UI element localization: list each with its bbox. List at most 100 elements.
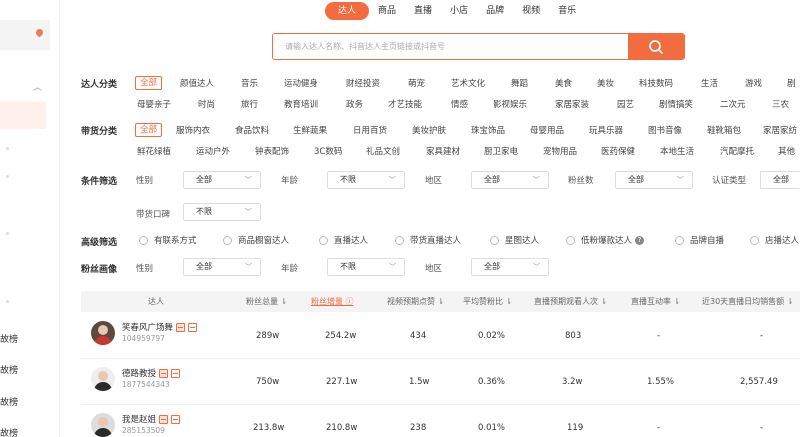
col-live-viewers[interactable]: 直播预期观看人次 ⇂ bbox=[534, 291, 607, 312]
sidebar-item-rank[interactable]: 故榜 bbox=[0, 395, 18, 408]
sidebar-item-rank[interactable]: 故榜 bbox=[0, 332, 18, 345]
table-row[interactable]: 德路教授 1877544343 750w 227.1w 1.5w 0.36% 3… bbox=[81, 359, 800, 405]
chip-goods[interactable]: 3C数码 bbox=[314, 145, 342, 157]
radio-store-live[interactable]: 店播达人 bbox=[750, 234, 799, 246]
radio-window-talent[interactable]: 商品橱窗达人 bbox=[223, 234, 289, 246]
tab-video[interactable]: 视频 bbox=[513, 2, 549, 20]
verify-type-select[interactable]: 全部 bbox=[760, 171, 800, 189]
sidebar-active-item[interactable] bbox=[0, 102, 46, 129]
tab-live[interactable]: 直播 bbox=[405, 2, 441, 20]
avatar[interactable] bbox=[91, 321, 115, 345]
radio-sales-live-talent[interactable]: 带货直播达人 bbox=[395, 234, 461, 246]
chip-goods[interactable]: 其他 bbox=[778, 145, 795, 157]
age-select[interactable]: 不限 ﹀ bbox=[327, 171, 405, 189]
radio-brand-self-live[interactable]: 品牌自播 bbox=[675, 234, 724, 246]
col-live-sales-30d[interactable]: 近30天直播日均销售额 ⇂ bbox=[702, 291, 793, 312]
sidebar-location-box[interactable] bbox=[0, 20, 50, 50]
chip-talent[interactable]: 旅行 bbox=[241, 98, 258, 110]
col-live-interaction[interactable]: 直播互动率 ⇂ bbox=[631, 291, 680, 312]
sidebar-item-rank[interactable]: 故榜 bbox=[0, 426, 18, 437]
tab-shop[interactable]: 小店 bbox=[441, 2, 477, 20]
chip-goods[interactable]: 鞋靴箱包 bbox=[707, 124, 741, 136]
talent-name[interactable]: 我是赵姐 bbox=[122, 413, 181, 425]
avatar[interactable] bbox=[91, 413, 115, 437]
search-button[interactable] bbox=[628, 34, 684, 59]
search-input[interactable] bbox=[273, 34, 628, 59]
fan-region-select[interactable]: 全部 ﹀ bbox=[471, 258, 549, 276]
chip-goods[interactable]: 母婴用品 bbox=[530, 124, 564, 136]
chip-goods[interactable]: 日用百货 bbox=[353, 124, 387, 136]
chip-talent[interactable]: 园艺 bbox=[617, 98, 634, 110]
radio-live-talent[interactable]: 直播达人 bbox=[319, 234, 368, 246]
chip-talent[interactable]: 才艺技能 bbox=[388, 98, 422, 110]
fan-age-select[interactable]: 不限 ﹀ bbox=[327, 258, 405, 276]
chip-goods[interactable]: 美妆护肤 bbox=[412, 124, 446, 136]
chip-talent[interactable]: 艺术文化 bbox=[451, 77, 485, 89]
chip-talent[interactable]: 财经投资 bbox=[346, 77, 380, 89]
chip-talent[interactable]: 时尚 bbox=[198, 98, 215, 110]
gender-select[interactable]: 全部 ﹀ bbox=[183, 171, 261, 189]
chevron-up-icon[interactable]: ︿ bbox=[33, 80, 42, 93]
reputation-select[interactable]: 不限 ﹀ bbox=[183, 203, 261, 221]
chip-talent[interactable]: 美食 bbox=[555, 77, 572, 89]
chip-goods[interactable]: 宠物用品 bbox=[543, 145, 577, 157]
talent-name[interactable]: 笑春风广场舞 bbox=[122, 321, 198, 333]
chip-goods[interactable]: 图书音像 bbox=[648, 124, 682, 136]
col-fans-growth[interactable]: 粉丝增量 ⓘ bbox=[311, 291, 354, 312]
chip-talent[interactable]: 政务 bbox=[346, 98, 363, 110]
tab-music[interactable]: 音乐 bbox=[549, 2, 585, 20]
chip-talent[interactable]: 萌宠 bbox=[408, 77, 425, 89]
table-row[interactable]: 我是赵姐 285153509 213.8w 210.8w 238 0.01% 1… bbox=[81, 405, 800, 437]
chip-talent[interactable]: 家居家装 bbox=[555, 98, 589, 110]
chip-goods[interactable]: 家具建材 bbox=[426, 145, 460, 157]
chip-goods[interactable]: 玩具乐器 bbox=[589, 124, 623, 136]
chip-goods[interactable]: 生鲜蔬果 bbox=[293, 124, 327, 136]
avatar[interactable] bbox=[91, 367, 115, 391]
chip-goods-all[interactable]: 全部 bbox=[135, 123, 163, 137]
chip-goods[interactable]: 服饰内衣 bbox=[176, 124, 210, 136]
chip-talent[interactable]: 母婴亲子 bbox=[137, 98, 171, 110]
chip-talent[interactable]: 游戏 bbox=[745, 77, 762, 89]
fans-count-select[interactable]: 全部 ﹀ bbox=[615, 171, 693, 189]
chip-talent[interactable]: 影视娱乐 bbox=[493, 98, 527, 110]
radio-low-fan-hit[interactable]: 低粉爆款达人? bbox=[566, 234, 645, 246]
talent-name[interactable]: 德路教授 bbox=[122, 367, 181, 379]
tab-brand[interactable]: 品牌 bbox=[477, 2, 513, 20]
chip-talent[interactable]: 剧情搞笑 bbox=[659, 98, 693, 110]
chip-talent[interactable]: 科技数码 bbox=[639, 77, 673, 89]
chip-talent-all[interactable]: 全部 bbox=[135, 76, 163, 90]
radio-star-talent[interactable]: 星图达人 bbox=[490, 234, 539, 246]
chip-goods[interactable]: 钟表配饰 bbox=[255, 145, 289, 157]
chip-talent[interactable]: 生活 bbox=[701, 77, 718, 89]
chip-talent[interactable]: 情感 bbox=[451, 98, 468, 110]
chip-goods[interactable]: 厨卫家电 bbox=[484, 145, 518, 157]
chip-goods[interactable]: 家居家纺 bbox=[763, 124, 797, 136]
col-like-fan-ratio[interactable]: 平均赞粉比 ⇂ bbox=[463, 291, 512, 312]
tab-talent[interactable]: 达人 bbox=[325, 2, 370, 20]
fan-gender-select[interactable]: 全部 ﹀ bbox=[183, 258, 261, 276]
chip-goods[interactable]: 礼品文创 bbox=[366, 145, 400, 157]
table-row[interactable]: 笑春风广场舞 104959797 289w 254.2w 434 0.02% 8… bbox=[81, 313, 800, 359]
help-icon[interactable]: ? bbox=[635, 235, 645, 245]
region-select[interactable]: 全部 ﹀ bbox=[471, 171, 549, 189]
chip-goods[interactable]: 食品饮料 bbox=[235, 124, 269, 136]
chip-talent[interactable]: 美妆 bbox=[597, 77, 614, 89]
chip-goods[interactable]: 本地生活 bbox=[660, 145, 694, 157]
chip-talent[interactable]: 舞蹈 bbox=[511, 77, 528, 89]
chip-talent[interactable]: 教育培训 bbox=[284, 98, 318, 110]
chip-talent[interactable]: 音乐 bbox=[241, 77, 258, 89]
chip-goods[interactable]: 鲜花绿植 bbox=[137, 145, 171, 157]
col-fans-total[interactable]: 粉丝总量 ⇂ bbox=[246, 291, 287, 312]
chip-goods[interactable]: 珠宝饰品 bbox=[471, 124, 505, 136]
radio-contact[interactable]: 有联系方式 bbox=[139, 234, 197, 246]
chip-goods[interactable]: 运动户外 bbox=[196, 145, 230, 157]
chip-talent[interactable]: 二次元 bbox=[720, 98, 746, 110]
col-video-likes[interactable]: 视频预期点赞 ⇂ bbox=[387, 291, 444, 312]
chip-talent[interactable]: 三农 bbox=[772, 98, 789, 110]
chip-talent[interactable]: 剧 bbox=[787, 77, 796, 89]
chip-talent[interactable]: 颜值达人 bbox=[180, 77, 214, 89]
chip-goods[interactable]: 汽配摩托 bbox=[720, 145, 754, 157]
chip-talent[interactable]: 运动健身 bbox=[284, 77, 318, 89]
sidebar-item-rank[interactable]: 故榜 bbox=[0, 363, 18, 376]
tab-goods[interactable]: 商品 bbox=[369, 2, 405, 20]
